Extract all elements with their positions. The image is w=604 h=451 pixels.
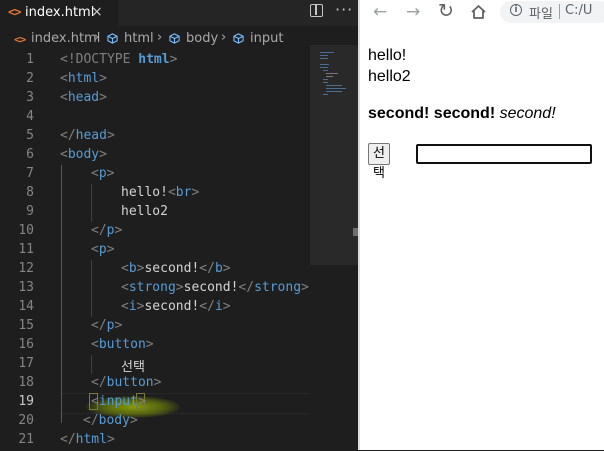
line-number: 4 [26,109,34,124]
breadcrumb: <> index.html › html › body › input [0,30,358,50]
strong-text: second! [433,105,496,122]
forward-arrow-icon[interactable]: → [406,2,420,22]
line-number: 17 [18,356,34,371]
line-number: 2 [26,71,34,86]
line-number: 3 [26,90,34,105]
minimap-line [326,85,342,86]
address-bar[interactable]: i 파일 C:/U [500,1,604,23]
breadcrumb-input[interactable]: input [250,31,283,46]
indent-guide [91,260,92,317]
line-number: 12 [18,261,34,276]
minimap-line [326,76,333,77]
bold-text: second! [368,105,430,122]
browser-window: ← → ↻ i 파일 C:/U hello! hello2 second! se… [358,0,604,450]
breadcrumb-file[interactable]: index.html [31,31,100,46]
address-divider [559,4,560,19]
italic-text: second! [499,105,556,122]
code-line: <!DOCTYPE html> [60,52,178,67]
chevron-right-icon: › [221,30,227,45]
chevron-right-icon: › [94,30,100,45]
indent-guide [91,184,92,222]
minimap-line [326,91,342,92]
line-number-active: 19 [18,394,34,409]
line-number: 15 [18,318,34,333]
code-line: <body> [60,147,107,162]
line-number: 8 [26,185,34,200]
tab-label: index.html [25,5,95,20]
close-icon[interactable]: × [91,4,103,20]
code-line: </html> [60,432,115,447]
element-icon [107,33,118,44]
line-number: 16 [18,337,34,352]
code-line: </body> [83,413,138,428]
element-icon [169,33,180,44]
code-line: <html> [60,71,107,86]
code-line: </p> [91,318,123,333]
line-number: 1 [26,52,34,67]
code-line: 선택 [121,360,145,375]
more-actions-icon[interactable]: ··· [335,0,353,19]
minimap-line [323,82,328,83]
code-line: </head> [60,128,115,143]
minimap-line [320,64,329,65]
line-number: 21 [18,432,34,447]
browser-toolbar: ← → ↻ i 파일 C:/U [360,0,604,28]
line-number: 9 [26,204,34,219]
text-input[interactable] [416,144,592,164]
html-file-icon: <> [8,5,21,19]
tab-index-html[interactable]: <> index.html × [0,0,118,27]
paragraph: second! second! second! [368,104,556,124]
minimap-slider[interactable] [310,45,358,265]
editor-tab-bar: <> index.html × ··· [0,0,358,27]
minimap-line [323,79,328,80]
chevron-right-icon: › [157,30,163,45]
html-file-icon: <> [14,33,26,46]
line-number: 5 [26,128,34,143]
address-url[interactable]: C:/U [565,3,592,18]
choose-button[interactable]: 선택 [368,143,390,181]
line-number: 20 [18,413,34,428]
code-line: hello!<br> [121,185,200,200]
code-line: <p> [91,242,115,257]
code-line: <head> [60,90,107,105]
code-line: <b>second!</b> [121,261,231,276]
paragraph-line: hello! [368,47,407,64]
split-editor-icon[interactable] [310,4,323,17]
address-scheme-label: 파일 [529,7,553,22]
code-line: </p> [91,223,123,238]
line-number: 10 [18,223,34,238]
home-icon[interactable] [470,4,487,20]
minimap-line [326,73,338,74]
element-icon [233,33,244,44]
code-line-active: <input> [91,394,146,409]
line-number: 7 [26,166,34,181]
indent-guide [91,355,92,374]
line-number: 13 [18,280,34,295]
reload-icon[interactable]: ↻ [438,0,454,22]
minimap-line [326,88,346,89]
line-number: 11 [18,242,34,257]
code-line: <strong>second!</strong> [121,280,309,295]
breadcrumb-html[interactable]: html [124,31,154,46]
minimap-line [320,55,328,56]
minimap-line [323,70,328,71]
code-line: <p> [91,166,115,181]
code-line: <i>second!</i> [121,299,231,314]
minimap-line [320,58,328,59]
info-icon[interactable]: i [510,4,522,16]
code-line: hello2 [121,204,168,219]
back-arrow-icon[interactable]: ← [373,2,387,22]
line-number: 6 [26,147,34,162]
paragraph-line: hello2 [368,68,411,85]
breadcrumb-body[interactable]: body [186,31,218,46]
line-number: 14 [18,299,34,314]
indent-guide-active [61,165,62,423]
minimap-line [320,52,334,53]
code-editor: <> index.html × ··· <> index.html › html… [0,0,358,450]
minimap-line [320,67,328,68]
line-number: 18 [18,375,34,390]
minimap-line [323,94,328,95]
code-line: </button> [91,375,162,390]
code-line: <button> [91,337,154,352]
